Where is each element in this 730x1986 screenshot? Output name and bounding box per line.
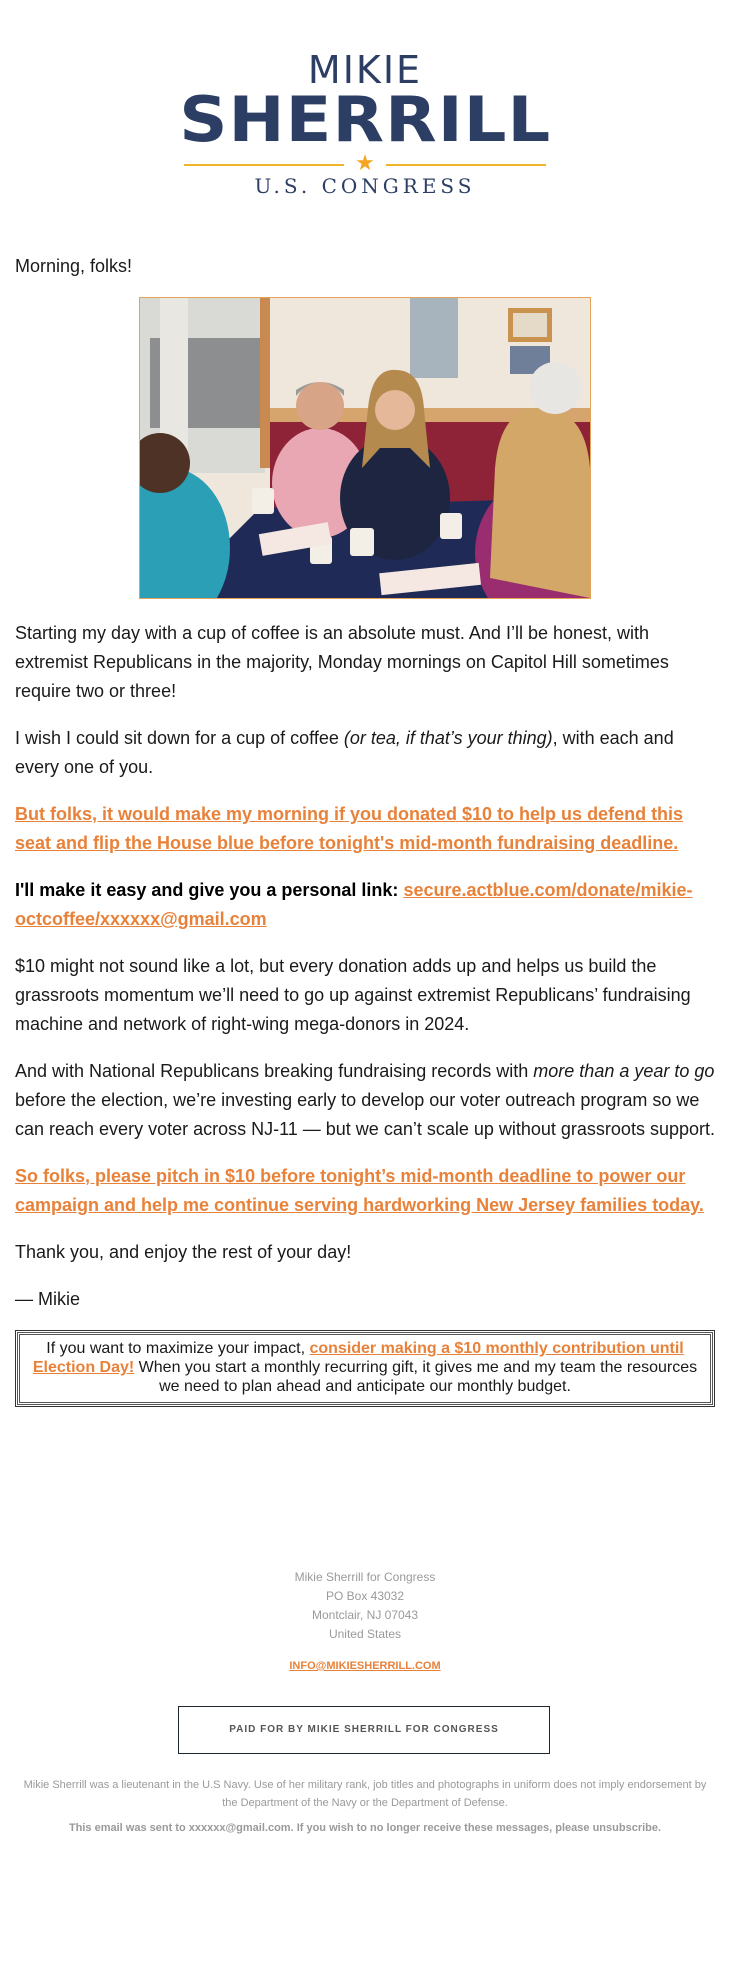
personal-link-paragraph: I'll make it easy and give you a persona… — [15, 876, 715, 934]
paid-for-disclaimer: PAID FOR BY MIKIE SHERRILL FOR CONGRESS — [178, 1706, 550, 1754]
logo-divider: ★ — [184, 150, 546, 175]
contact-email-link[interactable]: INFO@MIKIESHERRILL.COM — [0, 1660, 730, 1672]
signoff: — Mikie — [15, 1289, 81, 1309]
paragraph-wish: I wish I could sit down for a cup of cof… — [15, 724, 715, 782]
email-body: Morning, folks! Starting my day with a c… — [15, 252, 715, 1407]
mailing-address: Mikie Sherrill for Congress PO Box 43032… — [0, 1568, 730, 1644]
logo-subtitle: U.S. CONGRESS — [254, 174, 476, 198]
military-disclaimer: Mikie Sherrill was a lieutenant in the U… — [23, 1779, 707, 1809]
coffee-photo — [139, 297, 591, 599]
thanks-line: Thank you, and enjoy the rest of your da… — [15, 1242, 352, 1262]
address-city: Montclair, NJ 07043 — [311, 1608, 419, 1622]
paragraph-national-italic: more than a year to go — [533, 1061, 715, 1081]
paragraph-coffee: Starting my day with a cup of coffee is … — [15, 623, 669, 701]
donate-cta-link-1[interactable]: But folks, it would make my morning if y… — [15, 804, 683, 853]
paragraph-ten-dollars: $10 might not sound like a lot, but ever… — [15, 956, 691, 1034]
paragraph-wish-start: I wish I could sit down for a cup of cof… — [15, 728, 344, 748]
greeting: Morning, folks! — [15, 256, 133, 276]
address-po-box: PO Box 43032 — [325, 1589, 405, 1603]
logo-rule-left — [184, 164, 344, 166]
logo-last-name: SHERRILL — [178, 83, 552, 156]
paragraph-national-start: And with National Republicans breaking f… — [15, 1061, 534, 1081]
monthly-box-intro: If you want to maximize your impact, — [46, 1340, 310, 1357]
address-country: United States — [328, 1627, 402, 1641]
star-icon: ★ — [355, 150, 375, 175]
donate-cta-link-2[interactable]: So folks, please pitch in $10 before ton… — [15, 1166, 704, 1215]
personal-link-intro: I'll make it easy and give you a persona… — [15, 880, 404, 900]
monthly-box-body: When you start a monthly recurring gift,… — [134, 1359, 698, 1395]
address-org: Mikie Sherrill for Congress — [294, 1570, 436, 1584]
photo-illustration — [140, 298, 590, 598]
campaign-logo: MIKIE SHERRILL ★ U.S. CONGRESS — [0, 50, 730, 198]
paragraph-wish-italic: (or tea, if that’s your thing) — [343, 728, 553, 748]
paragraph-national-republicans: And with National Republicans breaking f… — [15, 1057, 715, 1144]
monthly-contribution-box: If you want to maximize your impact, con… — [15, 1330, 715, 1407]
paragraph-national-end: before the election, we’re investing ear… — [15, 1090, 715, 1139]
unsubscribe-notice[interactable]: This email was sent to xxxxxx@gmail.com.… — [0, 1822, 730, 1834]
logo-rule-right — [386, 164, 546, 166]
